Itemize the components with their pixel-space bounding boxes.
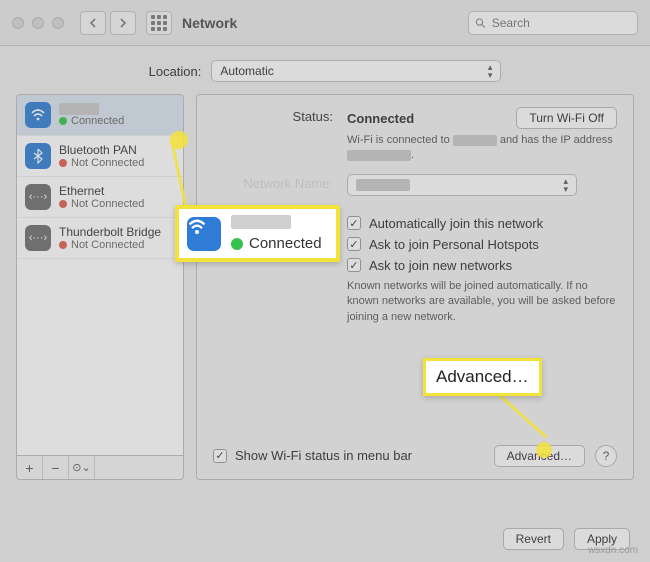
window-title: Network [182, 15, 237, 31]
wifi-icon [187, 217, 221, 251]
network-name-label: Network Name: [213, 174, 333, 191]
search-input[interactable] [492, 16, 631, 30]
interface-menu-button[interactable]: ⊙⌄ [69, 456, 95, 479]
detail-panel: Status: Connected Turn Wi-Fi Off Wi-Fi i… [196, 94, 634, 480]
annotation-dot [536, 442, 552, 458]
interface-name: Bluetooth PAN [59, 143, 144, 157]
interface-wifi[interactable]: Connected [17, 95, 183, 136]
location-row: Location: Automatic ▴▾ [0, 46, 650, 94]
status-dot-green [59, 117, 67, 125]
toolbar: Network [0, 0, 650, 46]
show-menubar-checkbox[interactable]: ✓Show Wi-Fi status in menu bar [213, 448, 412, 463]
location-select[interactable]: Automatic ▴▾ [211, 60, 501, 82]
interface-name-hidden [59, 103, 99, 115]
status-dot-green [231, 238, 243, 250]
status-dot-red [59, 159, 67, 167]
network-name-select[interactable]: ▴▾ [347, 174, 577, 196]
interface-list[interactable]: Connected Bluetooth PAN Not Connected ‹·… [16, 94, 184, 456]
remove-interface-button[interactable]: − [43, 456, 69, 479]
interface-ethernet[interactable]: ‹···› Ethernet Not Connected [17, 177, 183, 218]
wifi-icon [25, 102, 51, 128]
callout-name-hidden [231, 215, 291, 229]
status-note: Wi-Fi is connected to and has the IP add… [347, 133, 617, 164]
callout-advanced: Advanced… [423, 358, 542, 396]
close-dot[interactable] [12, 17, 24, 29]
search-icon [475, 17, 486, 29]
auto-join-checkbox[interactable]: ✓Automatically join this network [347, 216, 617, 231]
sidebar-footer: + − ⊙⌄ [16, 456, 184, 480]
ask-new-checkbox[interactable]: ✓Ask to join new networks [347, 258, 617, 273]
interface-name: Thunderbolt Bridge [59, 225, 161, 239]
location-value: Automatic [220, 64, 273, 78]
interface-bluetooth[interactable]: Bluetooth PAN Not Connected [17, 136, 183, 177]
location-label: Location: [149, 64, 202, 79]
grid-icon [151, 15, 167, 31]
callout-wifi-selected: Connected [175, 205, 340, 262]
ethernet-icon: ‹···› [25, 184, 51, 210]
status-value: Connected [347, 111, 414, 126]
thunderbolt-icon: ‹···› [25, 225, 51, 251]
updown-icon: ▴▾ [488, 63, 493, 79]
search-field[interactable] [468, 11, 638, 35]
status-dot-red [59, 200, 67, 208]
watermark: wsxdn.com [588, 545, 638, 556]
status-label: Status: [213, 107, 333, 124]
status-dot-red [59, 241, 67, 249]
window-controls [12, 17, 64, 29]
help-button[interactable]: ? [595, 445, 617, 467]
minimize-dot[interactable] [32, 17, 44, 29]
zoom-dot[interactable] [52, 17, 64, 29]
annotation-dot [170, 131, 188, 149]
known-networks-note: Known networks will be joined automatica… [347, 279, 617, 325]
interface-name: Ethernet [59, 184, 144, 198]
forward-button[interactable] [110, 11, 136, 35]
interface-thunderbolt[interactable]: ‹···› Thunderbolt Bridge Not Connected [17, 218, 183, 259]
show-all-button[interactable] [146, 11, 172, 35]
back-button[interactable] [80, 11, 106, 35]
revert-button[interactable]: Revert [503, 528, 564, 550]
turn-wifi-off-button[interactable]: Turn Wi-Fi Off [516, 107, 617, 129]
updown-icon: ▴▾ [563, 177, 568, 193]
add-interface-button[interactable]: + [17, 456, 43, 479]
bluetooth-icon [25, 143, 51, 169]
ask-hotspot-checkbox[interactable]: ✓Ask to join Personal Hotspots [347, 237, 617, 252]
